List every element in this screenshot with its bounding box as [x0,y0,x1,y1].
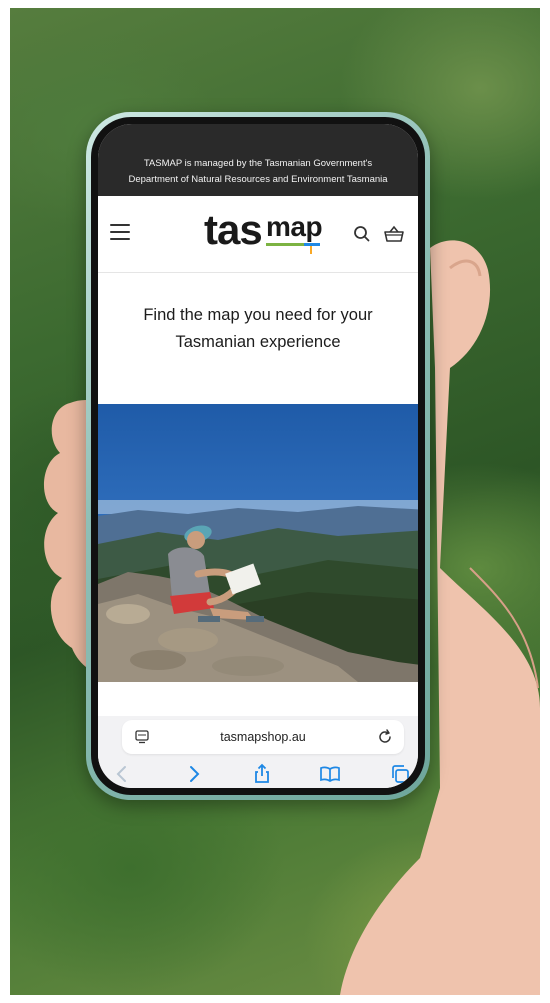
bookmarks-icon[interactable] [318,762,342,786]
logo-underline-blue [304,243,320,246]
government-banner: TASMAP is managed by the Tasmanian Gover… [98,124,418,196]
phone-frame: TASMAP is managed by the Tasmanian Gover… [86,112,430,800]
back-icon[interactable] [110,762,134,786]
logo-tick [310,246,312,254]
tabs-icon[interactable] [388,762,412,786]
menu-icon[interactable] [110,224,130,240]
basket-icon[interactable] [382,222,406,246]
forward-icon[interactable] [182,762,206,786]
phone-bezel: TASMAP is managed by the Tasmanian Gover… [91,117,425,795]
hero-image [98,404,418,682]
url-text: tasmapshop.au [220,730,306,744]
tasmap-logo[interactable]: tas map [204,206,328,262]
logo-text-tas: tas [204,206,263,253]
tagline-line-2: Tasmanian experience [175,333,341,351]
reload-icon[interactable] [376,728,394,746]
tagline-line-1: Find the map you need for your [143,306,373,324]
logo-text-map: map [266,211,323,242]
site-header: tas map [98,196,418,273]
phone-screen: TASMAP is managed by the Tasmanian Gover… [98,124,418,788]
banner-line-2: Department of Natural Resources and Envi… [128,174,388,185]
browser-nav-row [98,760,418,788]
search-icon[interactable] [351,223,373,245]
browser-toolbar: tasmapshop.au [98,716,418,788]
share-icon[interactable] [250,762,274,786]
tagline: Find the map you need for your Tasmanian… [98,302,418,356]
address-bar[interactable]: tasmapshop.au [122,720,404,754]
banner-line-1: TASMAP is managed by the Tasmanian Gover… [143,158,373,169]
